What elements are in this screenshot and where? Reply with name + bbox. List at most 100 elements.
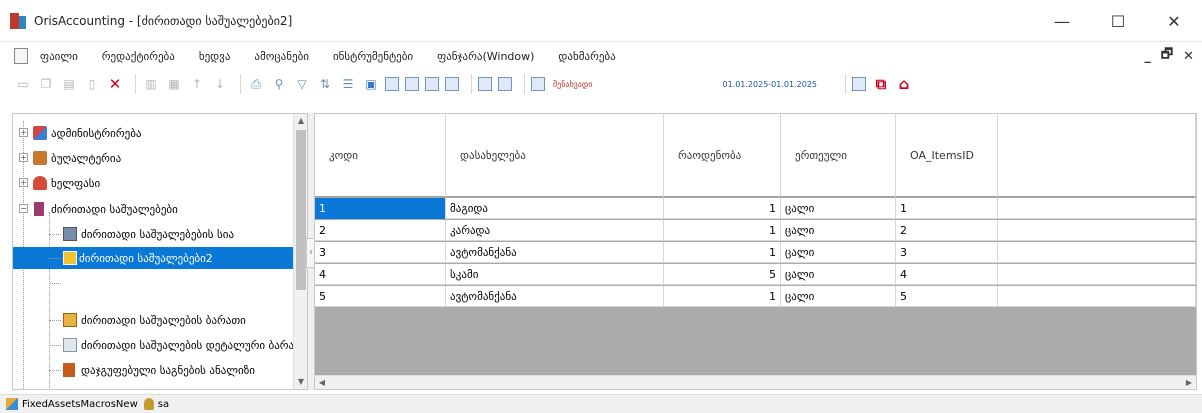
grid-horizontal-scrollbar[interactable]: ◀ ▶ (315, 375, 1196, 389)
copy-icon[interactable]: ❐ (37, 75, 55, 93)
cell-extra[interactable] (998, 198, 1196, 219)
move-down-icon[interactable]: ↓ (211, 75, 229, 93)
cell-name[interactable]: ავტომანქანა (446, 242, 664, 263)
calendar-icon[interactable] (478, 77, 492, 91)
cell-code[interactable]: 3 (315, 242, 446, 263)
column-header-code[interactable]: კოდი (315, 114, 446, 197)
save-icon[interactable]: ▦ (165, 75, 183, 93)
mdi-close-button[interactable]: ✕ (1183, 49, 1194, 64)
filter-icon[interactable]: ▽ (293, 75, 311, 93)
cell-unit[interactable]: ცალი (781, 242, 896, 263)
tree-item-payroll[interactable]: + ხელფასი (13, 172, 295, 194)
maximize-button[interactable]: ☐ (1090, 0, 1146, 42)
cell-quantity[interactable]: 1 (664, 242, 781, 263)
menu-help[interactable]: დახმარება (558, 50, 615, 63)
tree-item-asset-detailed-card[interactable]: ძირითადი საშუალების დეტალური ბარათი (13, 334, 307, 356)
menu-view[interactable]: ხედვა (199, 50, 231, 63)
column-header-name[interactable]: დასახელება (446, 114, 664, 197)
move-up-icon[interactable]: ↑ (188, 75, 206, 93)
chart-view-icon[interactable] (445, 77, 459, 91)
cell-name[interactable]: სკამი (446, 264, 664, 285)
scroll-down-icon[interactable]: ▼ (294, 375, 307, 389)
menu-tools[interactable]: ინსტრუმენტები (333, 50, 413, 63)
tree-item-accounting[interactable]: + ბუღალტერია (13, 147, 295, 169)
cell-code[interactable]: 4 (315, 264, 446, 285)
table-row[interactable]: 2 კარადა 1 ცალი 2 (315, 220, 1196, 241)
cell-items-id[interactable]: 2 (896, 220, 998, 241)
macro-icon[interactable]: ⧉ (872, 75, 890, 93)
export-icon[interactable]: ▣ (362, 75, 380, 93)
scroll-right-icon[interactable]: ▶ (1182, 376, 1196, 389)
copy-record-icon[interactable]: ▥ (142, 75, 160, 93)
column-header-extra[interactable] (998, 114, 1196, 197)
column-header-quantity[interactable]: რაოდენობა (664, 114, 781, 197)
document-list-icon[interactable] (498, 77, 512, 91)
sort-icon[interactable]: ⇅ (316, 75, 334, 93)
cell-code[interactable]: 1 (315, 198, 446, 219)
menu-tasks[interactable]: ამოცანები (254, 50, 309, 63)
cell-quantity[interactable]: 5 (664, 264, 781, 285)
new-icon[interactable]: ▭ (14, 75, 32, 93)
macro-run-icon[interactable]: ⌂ (895, 75, 913, 93)
form-view-icon[interactable] (405, 77, 419, 91)
cell-items-id[interactable]: 4 (896, 264, 998, 285)
cell-quantity[interactable]: 1 (664, 220, 781, 241)
table-row[interactable]: 1 მაგიდა 1 ცალი 1 (315, 198, 1196, 219)
columns-icon[interactable]: ☰ (339, 75, 357, 93)
menu-window[interactable]: ფანჯარა(Window) (437, 50, 534, 63)
minimize-button[interactable]: — (1034, 0, 1090, 42)
report-view-icon[interactable] (425, 77, 439, 91)
cell-code[interactable]: 2 (315, 220, 446, 241)
find-icon[interactable]: ⚲ (270, 75, 288, 93)
column-header-unit[interactable]: ერთეული (781, 114, 896, 197)
cell-quantity[interactable]: 1 (664, 198, 781, 219)
cell-extra[interactable] (998, 220, 1196, 241)
cell-extra[interactable] (998, 286, 1196, 307)
menu-file[interactable]: ფაილი (40, 50, 78, 63)
scrollbar-thumb[interactable] (296, 130, 306, 290)
table-row[interactable]: 4 სკამი 5 ცალი 4 (315, 264, 1196, 285)
cell-extra[interactable] (998, 264, 1196, 285)
cell-quantity[interactable]: 1 (664, 286, 781, 307)
delete-icon[interactable]: ✕ (106, 75, 124, 93)
date-range[interactable]: 01.01.2025-01.01.2025 (722, 80, 817, 89)
saved-view-label[interactable]: შენახვადი (553, 80, 592, 89)
document-icon[interactable] (14, 48, 28, 64)
paste-icon[interactable]: ▤ (60, 75, 78, 93)
tree-item-empty[interactable] (13, 272, 295, 294)
scroll-left-icon[interactable]: ◀ (315, 376, 329, 389)
tree-item-administration[interactable]: + ადმინისტრირება (13, 122, 295, 144)
print-icon[interactable]: ⎙ (247, 75, 265, 93)
cell-unit[interactable]: ცალი (781, 264, 896, 285)
cell-unit[interactable]: ცალი (781, 286, 896, 307)
cell-code[interactable]: 5 (315, 286, 446, 307)
cut-icon[interactable]: ▯ (83, 75, 101, 93)
scroll-up-icon[interactable]: ▲ (294, 114, 307, 128)
cell-name[interactable]: მაგიდა (446, 198, 664, 219)
grid-view-icon[interactable] (385, 77, 399, 91)
mdi-minimize-button[interactable]: _ (1144, 49, 1151, 64)
tree-item-fixed-assets-2[interactable]: ძირითადი საშუალებები2 (13, 247, 295, 269)
options-icon[interactable] (851, 77, 866, 91)
cell-extra[interactable] (998, 242, 1196, 263)
cell-name[interactable]: ავტომანქანა (446, 286, 664, 307)
cell-unit[interactable]: ცალი (781, 220, 896, 241)
menu-edit[interactable]: რედაქტირება (102, 50, 175, 63)
cell-items-id[interactable]: 3 (896, 242, 998, 263)
saved-view-icon[interactable] (531, 77, 545, 91)
cell-items-id[interactable]: 5 (896, 286, 998, 307)
tree-item-asset-card[interactable]: ძირითადი საშუალების ბარათი (13, 309, 295, 331)
expand-icon[interactable]: + (19, 153, 28, 162)
table-row[interactable]: 3 ავტომანქანა 1 ცალი 3 (315, 242, 1196, 263)
collapse-icon[interactable]: − (19, 204, 28, 213)
mdi-restore-button[interactable]: 🗗 (1161, 45, 1173, 67)
tree-item-fixed-assets[interactable]: − ძირითადი საშუალებები (13, 198, 295, 220)
expand-icon[interactable]: + (19, 128, 28, 137)
tree-item-grouped-analysis[interactable]: დაჯგუფებული საგნების ანალიზი (13, 359, 295, 381)
cell-items-id[interactable]: 1 (896, 198, 998, 219)
expand-icon[interactable]: + (19, 178, 28, 187)
column-header-items-id[interactable]: OA_ItemsID (896, 114, 998, 197)
cell-name[interactable]: კარადა (446, 220, 664, 241)
cell-unit[interactable]: ცალი (781, 198, 896, 219)
tree-vertical-scrollbar[interactable]: ▲ ▼ (293, 114, 307, 389)
